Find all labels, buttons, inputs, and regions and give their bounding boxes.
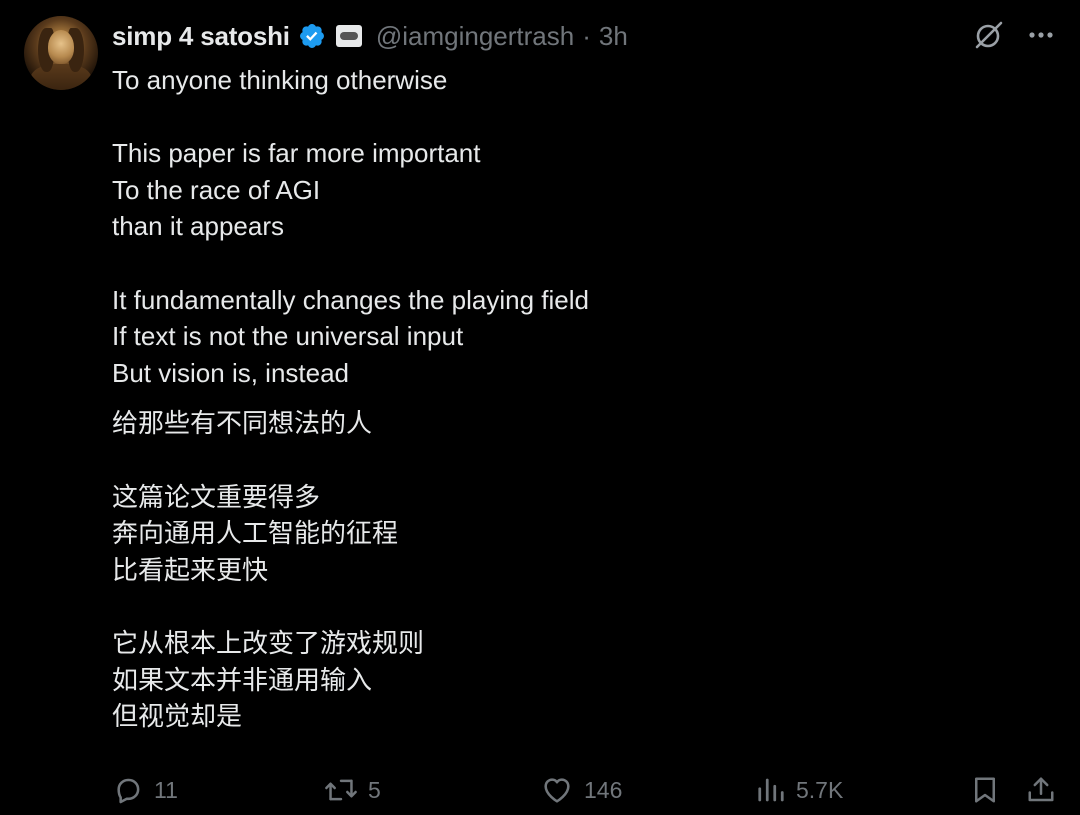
text-line: 给那些有不同想法的人 <box>112 409 373 440</box>
text-line: 比看起来更快 <box>112 555 269 586</box>
tweet-text-english: To anyone thinking otherwise This paper … <box>112 62 1032 391</box>
tweet-text: To anyone thinking otherwise This paper … <box>112 62 1032 736</box>
text-line: 奔向通用人工智能的征程 <box>112 519 399 550</box>
affiliate-badge-icon[interactable] <box>335 25 362 47</box>
text-line: than it appears <box>112 211 285 242</box>
reply-count: 11 <box>154 776 178 803</box>
bookmark-icon <box>975 777 995 803</box>
retweet-button[interactable]: 5 <box>324 770 381 810</box>
text-line: To anyone thinking otherwise <box>112 65 448 95</box>
text-line: 这篇论文重要得多 <box>112 482 321 513</box>
grok-icon[interactable] <box>972 18 1006 52</box>
text-line: To the race of AGI <box>112 174 321 205</box>
retweet-icon <box>325 779 357 801</box>
timestamp[interactable]: 3h <box>599 21 628 52</box>
more-icon[interactable] <box>1024 18 1058 52</box>
text-line: This paper is far more important <box>112 138 481 169</box>
views-button[interactable]: 5.7K <box>756 770 843 810</box>
avatar-face <box>48 30 74 64</box>
share-button[interactable] <box>1026 770 1056 810</box>
verified-badge-icon[interactable] <box>298 22 326 50</box>
reply-icon <box>117 778 140 804</box>
top-actions <box>972 18 1058 52</box>
bookmark-button[interactable] <box>970 770 1000 810</box>
display-name[interactable]: simp 4 satoshi <box>112 21 290 52</box>
handle[interactable]: @iamgingertrash <box>376 21 574 52</box>
text-line: It fundamentally changes the playing fie… <box>112 284 589 315</box>
heart-icon <box>544 778 570 803</box>
avatar-robe <box>30 64 92 90</box>
reply-button[interactable]: 11 <box>112 770 178 810</box>
like-button[interactable]: 146 <box>540 770 622 810</box>
tweet: simp 4 satoshi @iamgingertrash · 3h To a… <box>0 0 1080 815</box>
retweet-count: 5 <box>368 776 381 803</box>
text-line: 但视觉却是 <box>112 702 243 733</box>
views-icon <box>758 778 784 802</box>
text-line: 如果文本并非通用输入 <box>112 665 373 696</box>
action-bar: 11 5 146 5.7K <box>112 770 1060 810</box>
text-line: If text is not the universal input <box>112 321 464 352</box>
separator-dot: · <box>582 20 591 51</box>
share-icon <box>1028 777 1054 802</box>
text-line: 它从根本上改变了游戏规则 <box>112 628 425 659</box>
tweet-text-chinese: 给那些有不同想法的人 这篇论文重要得多 奔向通用人工智能的征程 比看起来更快 它… <box>112 406 1032 735</box>
avatar[interactable] <box>24 16 98 90</box>
like-count: 146 <box>584 776 623 803</box>
tweet-header: simp 4 satoshi @iamgingertrash · 3h <box>112 18 628 54</box>
text-line: But vision is, instead <box>112 357 350 388</box>
views-count: 5.7K <box>796 776 844 803</box>
